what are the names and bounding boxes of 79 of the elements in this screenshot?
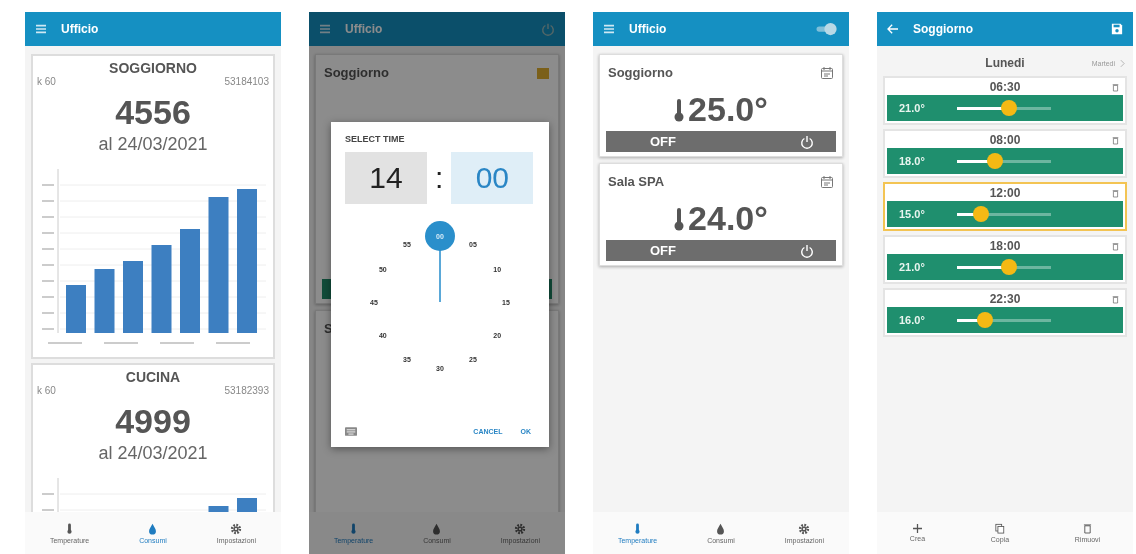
trash-icon[interactable]: [1112, 188, 1119, 198]
slot-temperature: 21.0°: [899, 102, 926, 114]
slider-thumb[interactable]: [986, 153, 1003, 169]
copy-icon: [994, 523, 1005, 534]
slot-time: 12:00: [989, 186, 1021, 200]
schedule-slot[interactable]: 18:00 21.0°: [883, 235, 1127, 284]
mode-bar[interactable]: OFF: [606, 131, 836, 152]
menu-icon[interactable]: [603, 24, 615, 34]
reading-date: al 24/03/2021: [98, 443, 208, 464]
plus-icon: [912, 524, 922, 533]
back-arrow-icon[interactable]: [887, 24, 899, 34]
mode-bar[interactable]: OFF: [606, 240, 836, 261]
settings-icon: [230, 522, 243, 535]
app-title: Ufficio: [629, 22, 667, 36]
temperature-reading: 24.0°: [688, 199, 768, 238]
minute-field[interactable]: 00: [451, 152, 534, 204]
meter-constant: k 60: [37, 385, 56, 396]
menu-icon[interactable]: [35, 24, 47, 34]
keyboard-icon[interactable]: [345, 427, 357, 436]
meter-name: SOGGIORNO: [109, 60, 197, 76]
drop-icon: [432, 522, 442, 535]
room-name: Soggiorno: [324, 65, 389, 80]
power-icon[interactable]: [800, 243, 814, 258]
save-icon[interactable]: [1111, 23, 1123, 35]
app-title: Ufficio: [345, 22, 383, 36]
toggle-icon[interactable]: [815, 22, 839, 36]
chart-bar: [94, 269, 115, 333]
slot-temperature: 16.0°: [899, 314, 926, 326]
schedule-slot[interactable]: 12:00 15.0°: [883, 182, 1127, 231]
dialog-title: SELECT TIME: [345, 134, 406, 144]
meter-serial: 53182393: [224, 385, 269, 396]
meter-constant: k 60: [37, 76, 56, 87]
schedule-slot[interactable]: 08:00 18.0°: [883, 129, 1127, 178]
slot-temperature: 21.0°: [899, 261, 926, 273]
slider-thumb[interactable]: [1000, 100, 1017, 116]
thermometer-icon: [674, 97, 685, 122]
temperature-reading: 25.0°: [688, 90, 768, 129]
schedule-slot[interactable]: 06:30 21.0°: [883, 76, 1127, 125]
slot-time: 22:30: [989, 292, 1021, 306]
slider-thumb[interactable]: [1000, 259, 1017, 275]
thermometer-icon: [634, 522, 642, 535]
thermometer-icon: [350, 522, 358, 535]
time-separator: :: [435, 161, 444, 195]
schedule-slot[interactable]: 22:30 16.0°: [883, 288, 1127, 337]
day-title: Lunedi: [985, 56, 1025, 70]
meter-reading: 4556: [115, 93, 191, 132]
chart-bar: [66, 285, 86, 333]
slot-temperature: 18.0°: [899, 155, 926, 167]
reading-date: al 24/03/2021: [98, 134, 208, 155]
settings-icon: [514, 522, 527, 535]
trash-icon[interactable]: [1112, 82, 1119, 92]
slot-time: 18:00: [989, 239, 1021, 253]
trash-icon[interactable]: [1112, 241, 1119, 251]
settings-icon: [798, 522, 811, 535]
app-title: Soggiorno: [913, 22, 973, 36]
thermometer-icon: [674, 206, 685, 231]
app-title: Ufficio: [61, 22, 99, 36]
drop-icon: [716, 522, 726, 535]
menu-icon[interactable]: [319, 24, 331, 34]
room-name: Soggiorno: [608, 65, 673, 80]
meter-serial: 53184103: [224, 76, 269, 87]
room-name: Sala SPA: [608, 174, 665, 189]
mode-label: OFF: [650, 243, 676, 258]
chart-bar: [123, 261, 143, 333]
meter-reading: 4999: [115, 402, 191, 441]
slot-temperature: 15.0°: [899, 208, 926, 220]
trash-icon: [1082, 523, 1092, 534]
power-icon[interactable]: [800, 134, 814, 149]
trash-icon[interactable]: [1112, 135, 1119, 145]
slot-time: 06:30: [989, 80, 1021, 94]
meter-name: CUCINA: [125, 369, 181, 385]
trash-icon[interactable]: [1112, 294, 1119, 304]
thermometer-icon: [66, 522, 74, 535]
hour-field[interactable]: 14: [345, 152, 427, 204]
slot-time: 08:00: [989, 133, 1021, 147]
drop-icon: [148, 522, 158, 535]
slider-thumb[interactable]: [972, 206, 989, 222]
mode-label: OFF: [650, 134, 676, 149]
slider-thumb[interactable]: [977, 312, 994, 328]
